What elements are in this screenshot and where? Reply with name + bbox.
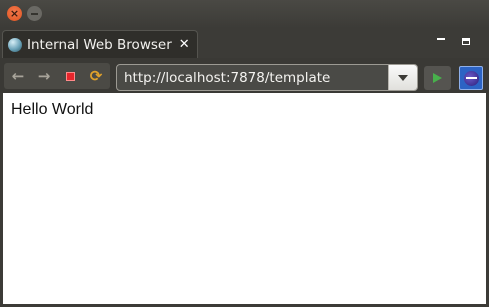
stop-icon (65, 71, 75, 81)
window-minimize-button[interactable] (27, 6, 42, 21)
tab-close-icon[interactable]: ✕ (179, 37, 190, 52)
window-close-button[interactable]: × (7, 6, 22, 21)
refresh-button[interactable]: ⟳ (84, 63, 108, 89)
back-arrow-icon: ← (11, 67, 25, 85)
address-bar (116, 64, 418, 91)
page-body-text: Hello World (11, 101, 94, 118)
chevron-down-icon (398, 74, 408, 81)
view-maximize-icon[interactable] (462, 38, 470, 45)
view-minimize-icon[interactable] (437, 38, 445, 40)
eclipse-button[interactable] (459, 66, 483, 90)
go-button[interactable] (424, 66, 451, 90)
page-content: Hello World (3, 93, 486, 304)
tab-strip: Internal Web Browser ✕ (0, 28, 489, 58)
back-button[interactable]: ← (6, 63, 30, 89)
stop-button[interactable] (58, 63, 82, 89)
go-icon (433, 73, 442, 83)
url-history-dropdown-button[interactable] (388, 65, 417, 90)
close-icon: × (9, 7, 20, 20)
window-titlebar: × (0, 0, 489, 28)
url-input[interactable] (119, 67, 389, 88)
forward-button[interactable]: → (32, 63, 56, 89)
navigation-button-group: ← → ⟳ (4, 63, 110, 89)
globe-icon (8, 37, 22, 52)
minimize-icon (31, 12, 38, 15)
tab-internal-web-browser[interactable]: Internal Web Browser ✕ (2, 30, 198, 58)
forward-arrow-icon: → (37, 67, 51, 85)
tab-label: Internal Web Browser (27, 36, 172, 53)
eclipse-icon (463, 70, 479, 86)
refresh-icon: ⟳ (89, 67, 103, 85)
